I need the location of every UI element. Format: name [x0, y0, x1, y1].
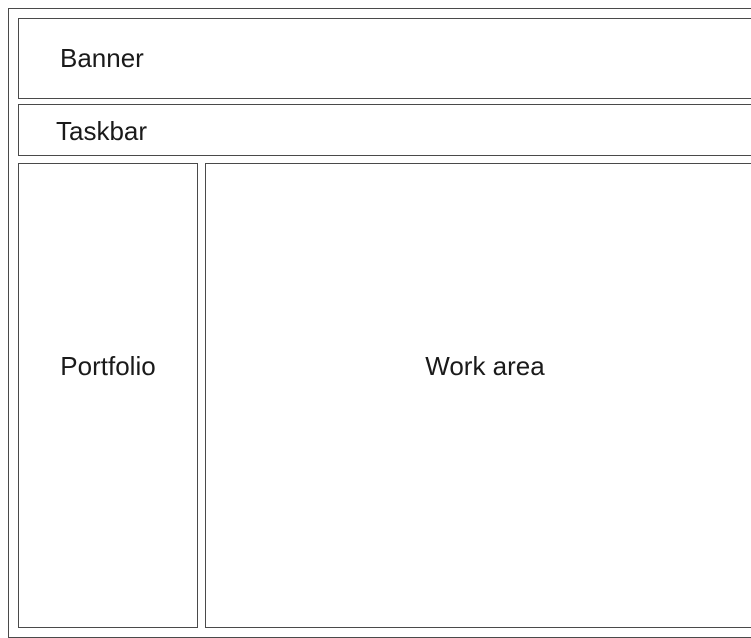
work-area-label: Work area — [425, 350, 545, 381]
work-area-region: Work area — [205, 163, 751, 628]
portfolio-label: Portfolio — [60, 350, 156, 381]
banner-label: Banner — [60, 43, 144, 73]
banner-region: Banner — [18, 18, 751, 99]
